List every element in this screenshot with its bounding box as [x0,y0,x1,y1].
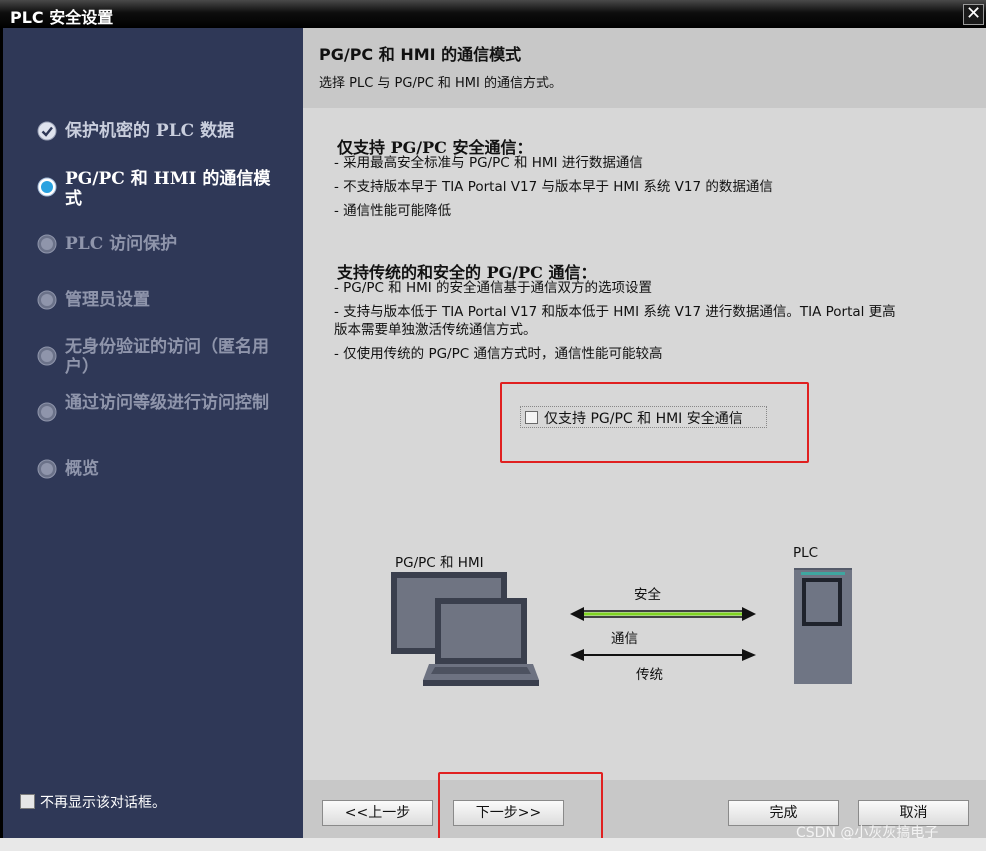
radio-active-icon [37,177,57,197]
radio-icon [37,234,57,254]
sidebar-item-label: 管理员设置 [65,290,150,310]
plc-device-icon [794,568,852,684]
sidebar-item-protect-plc-data[interactable]: 保护机密的 PLC 数据 [37,121,277,141]
sidebar-item-label: 通过访问等级进行访问控制 [65,393,269,413]
plc-label: PLC [793,545,819,561]
page-title: PG/PC 和 HMI 的通信模式 [319,45,522,64]
legacy-arrow-icon [570,649,756,661]
dont-show-again-label: 不再显示该对话框。 [40,795,166,811]
sidebar-item-admin-settings[interactable]: 管理员设置 [37,290,277,310]
section-secure-only-bullet: - 通信性能可能降低 [334,203,452,219]
sidebar-item-communication-mode[interactable]: PG/PC 和 HMI 的通信模式 [37,169,277,209]
checkbox-icon[interactable] [20,794,35,809]
sidebar-item-label: 概览 [65,459,99,479]
sidebar-item-overview[interactable]: 概览 [37,459,277,479]
main-content: 仅支持 PG/PC 安全通信： - 采用最高安全标准与 PG/PC 和 HMI … [303,108,986,780]
section-legacy-bullet: 版本需要单独激活传统通信方式。 [334,322,537,338]
watermark: CSDN @小灰灰搞电子 [796,825,939,841]
highlight-box [438,772,603,842]
section-legacy-bullet: - 仅使用传统的 PG/PC 通信方式时，通信性能可能较高 [334,346,663,362]
radio-icon [37,346,57,366]
section-legacy-bullet: - 支持与版本低于 TIA Portal V17 和版本低于 HMI 系统 V1… [334,304,896,320]
page-header: PG/PC 和 HMI 的通信模式 选择 PLC 与 PG/PC 和 HMI 的… [303,28,986,108]
laptop-icon [423,598,539,686]
sidebar-item-anonymous-access[interactable]: 无身份验证的访问（匿名用户） [37,337,277,377]
sidebar-item-plc-access-protection[interactable]: PLC 访问保护 [37,234,277,254]
close-button[interactable]: ✕ [963,4,984,25]
section-legacy-bullet: - PG/PC 和 HMI 的安全通信基于通信双方的选项设置 [334,280,653,296]
secure-arrow-icon [570,607,756,621]
radio-icon [37,459,57,479]
back-button[interactable]: <<上一步 [322,800,433,826]
secure-only-label: 仅支持 PG/PC 和 HMI 安全通信 [544,411,743,427]
check-circle-icon [37,121,57,141]
secure-only-checkbox[interactable] [525,411,538,424]
page-subtitle: 选择 PLC 与 PG/PC 和 HMI 的通信方式。 [319,76,562,91]
sidebar-item-label: PG/PC 和 HMI 的通信模式 [65,169,271,209]
title-bar [0,0,986,28]
sidebar-item-label: PLC 访问保护 [65,234,178,254]
window-title: PLC 安全设置 [10,8,114,27]
sidebar-item-access-levels[interactable]: 通过访问等级进行访问控制 [37,393,277,422]
section-secure-only-bullet: - 采用最高安全标准与 PG/PC 和 HMI 进行数据通信 [334,155,643,171]
sidebar: 保护机密的 PLC 数据 PG/PC 和 HMI 的通信模式 PLC 访问保护 … [3,28,303,838]
section-secure-only-bullet: - 不支持版本早于 TIA Portal V17 与版本早于 HMI 系统 V1… [334,179,773,195]
communication-diagram [391,568,852,686]
sidebar-item-label: 无身份验证的访问（匿名用户） [65,337,269,377]
secure-only-option[interactable]: 仅支持 PG/PC 和 HMI 安全通信 [520,406,767,428]
dont-show-again-checkbox[interactable]: 不再显示该对话框。 [20,792,166,812]
sidebar-item-label: 保护机密的 PLC 数据 [65,121,235,141]
radio-icon [37,402,57,422]
radio-icon [37,290,57,310]
